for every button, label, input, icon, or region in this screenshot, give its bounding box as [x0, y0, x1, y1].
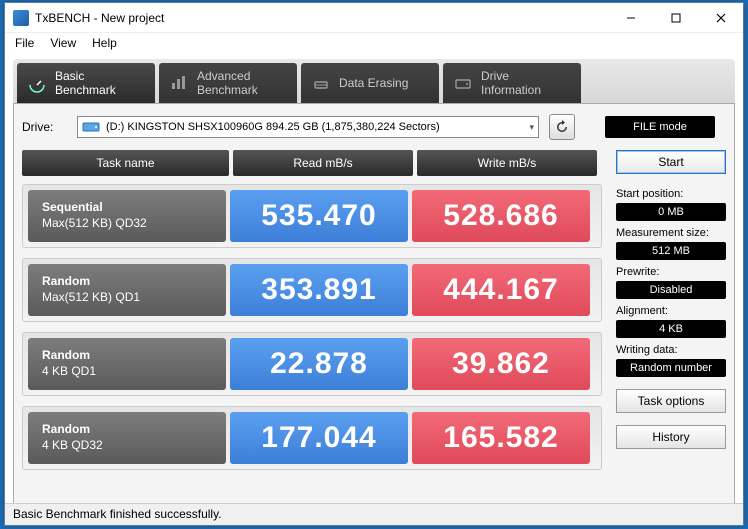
- file-mode-button[interactable]: FILE mode: [605, 116, 715, 138]
- window-title: TxBENCH - New project: [35, 11, 608, 25]
- menu-view[interactable]: View: [50, 36, 76, 50]
- refresh-icon: [554, 119, 570, 135]
- refresh-button[interactable]: [549, 114, 575, 140]
- read-value: 177.044: [230, 412, 408, 464]
- bars-icon: [169, 73, 189, 93]
- titlebar: TxBENCH - New project: [5, 3, 743, 33]
- start-position-label: Start position:: [616, 188, 726, 200]
- tab-basic-benchmark[interactable]: BasicBenchmark: [17, 63, 155, 103]
- tab-panel: Drive: (D:) KINGSTON SHSX100960G 894.25 …: [13, 103, 735, 513]
- write-value: 444.167: [412, 264, 590, 316]
- close-button[interactable]: [698, 3, 743, 32]
- read-value: 22.878: [230, 338, 408, 390]
- drive-info-icon: [453, 73, 473, 93]
- tab-label: Advanced: [197, 69, 250, 83]
- drive-select[interactable]: (D:) KINGSTON SHSX100960G 894.25 GB (1,8…: [77, 116, 539, 138]
- tab-label: Benchmark: [55, 83, 116, 97]
- menubar: File View Help: [5, 33, 743, 53]
- drive-label: Drive:: [22, 120, 67, 134]
- header-task: Task name: [22, 150, 229, 176]
- start-button[interactable]: Start: [616, 150, 726, 174]
- read-value: 535.470: [230, 190, 408, 242]
- drive-row: Drive: (D:) KINGSTON SHSX100960G 894.25 …: [22, 114, 726, 140]
- alignment-label: Alignment:: [616, 305, 726, 317]
- app-icon: [13, 10, 29, 26]
- tab-label: Benchmark: [197, 83, 258, 97]
- task-cell: Random4 KB QD32: [28, 412, 226, 464]
- app-window: TxBENCH - New project File View Help Bas…: [4, 2, 744, 526]
- chevron-down-icon: ▾: [529, 122, 534, 133]
- read-value: 353.891: [230, 264, 408, 316]
- menu-help[interactable]: Help: [92, 36, 117, 50]
- task-options-button[interactable]: Task options: [616, 389, 726, 413]
- task-cell: Random4 KB QD1: [28, 338, 226, 390]
- tab-label: Basic: [55, 69, 84, 83]
- header-row: Task name Read mB/s Write mB/s: [22, 150, 602, 176]
- prewrite-label: Prewrite:: [616, 266, 726, 278]
- start-position-value: 0 MB: [616, 203, 726, 221]
- task-cell: RandomMax(512 KB) QD1: [28, 264, 226, 316]
- writing-data-value: Random number: [616, 359, 726, 377]
- tab-label: Information: [481, 83, 541, 97]
- tabbar: BasicBenchmark AdvancedBenchmark Data Er…: [13, 59, 735, 103]
- result-row: SequentialMax(512 KB) QD32 535.470 528.6…: [22, 184, 602, 248]
- window-controls: [608, 3, 743, 32]
- tab-data-erasing[interactable]: Data Erasing: [301, 63, 439, 103]
- prewrite-value: Disabled: [616, 281, 726, 299]
- measurement-size-value: 512 MB: [616, 242, 726, 260]
- alignment-value: 4 KB: [616, 320, 726, 338]
- menu-file[interactable]: File: [15, 36, 34, 50]
- task-cell: SequentialMax(512 KB) QD32: [28, 190, 226, 242]
- result-row: Random4 KB QD1 22.878 39.862: [22, 332, 602, 396]
- disk-icon: [82, 120, 102, 134]
- tab-label: Drive: [481, 69, 509, 83]
- tab-advanced-benchmark[interactable]: AdvancedBenchmark: [159, 63, 297, 103]
- minimize-button[interactable]: [608, 3, 653, 32]
- header-read: Read mB/s: [233, 150, 413, 176]
- write-value: 528.686: [412, 190, 590, 242]
- measurement-size-label: Measurement size:: [616, 227, 726, 239]
- results-table: Task name Read mB/s Write mB/s Sequentia…: [22, 150, 602, 480]
- maximize-button[interactable]: [653, 3, 698, 32]
- status-bar: Basic Benchmark finished successfully.: [5, 503, 743, 525]
- result-row: RandomMax(512 KB) QD1 353.891 444.167: [22, 258, 602, 322]
- writing-data-label: Writing data:: [616, 344, 726, 356]
- header-write: Write mB/s: [417, 150, 597, 176]
- main-row: Task name Read mB/s Write mB/s Sequentia…: [22, 150, 726, 480]
- write-value: 39.862: [412, 338, 590, 390]
- content: BasicBenchmark AdvancedBenchmark Data Er…: [5, 53, 743, 513]
- erase-icon: [311, 73, 331, 93]
- drive-text: (D:) KINGSTON SHSX100960G 894.25 GB (1,8…: [106, 121, 440, 133]
- tab-label: Data Erasing: [339, 76, 408, 90]
- gauge-icon: [27, 73, 47, 93]
- history-button[interactable]: History: [616, 425, 726, 449]
- result-row: Random4 KB QD32 177.044 165.582: [22, 406, 602, 470]
- write-value: 165.582: [412, 412, 590, 464]
- status-text: Basic Benchmark finished successfully.: [13, 507, 222, 521]
- tab-drive-information[interactable]: DriveInformation: [443, 63, 581, 103]
- sidebar: Start Start position: 0 MB Measurement s…: [616, 150, 726, 480]
